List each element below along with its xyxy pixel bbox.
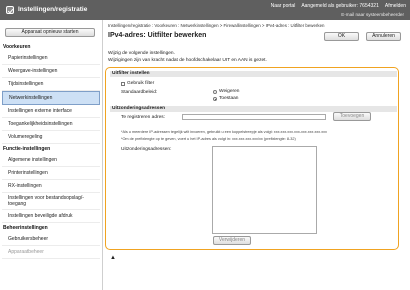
sidebar-item-volume[interactable]: Volumeregeling	[2, 131, 100, 144]
default-policy-label: Standaardbeleid:	[121, 90, 158, 95]
exception-list-label: Uitzonderingsadressen:	[121, 147, 172, 152]
sidebar-section-preferences: Voorkeuren	[3, 44, 31, 50]
restart-device-button[interactable]: Apparaat opnieuw starten	[5, 28, 95, 37]
sidebar-item-timer[interactable]: Tijdsinstellingen	[2, 78, 100, 91]
restart-notice-text: Wijzigingen zijn van kracht nadat de hoo…	[108, 58, 267, 63]
main-content: Instellingen/registratie : Voorkeuren : …	[105, 20, 406, 290]
prefix-note: *Om de prefixlengte op te geven, voert u…	[121, 137, 296, 141]
instruction-text: Wijzig de volgende instellingen.	[108, 51, 175, 56]
sidebar-section-management: Beheerinstellingen	[3, 225, 48, 231]
back-to-top-icon[interactable]: ▲	[110, 255, 116, 261]
policy-reject-radio[interactable]	[213, 90, 217, 94]
portal-link[interactable]: Naar portal	[271, 3, 296, 9]
sidebar-item-paper[interactable]: Papierinstellingen	[2, 52, 100, 65]
sidebar-item-rx[interactable]: RX-instellingen	[2, 180, 100, 193]
use-filter-label: Gebruik filter	[127, 81, 155, 86]
sidebar-section-functions: Functie-instellingen	[3, 146, 51, 152]
top-bar: Instellingen/registratie Naar portal Aan…	[0, 0, 410, 20]
settings-logo-icon	[6, 6, 14, 14]
use-filter-checkbox[interactable]	[121, 82, 125, 86]
ok-button[interactable]: OK	[324, 32, 359, 41]
policy-allow-radio[interactable]	[213, 97, 217, 101]
sidebar-item-accessibility[interactable]: Toegankelijkheidsinstellingen	[2, 118, 100, 131]
sidebar-item-user-management[interactable]: Gebruikersbeheer	[2, 233, 100, 246]
sidebar-item-common[interactable]: Algemene instellingen	[2, 154, 100, 167]
sidebar-item-file-storage[interactable]: Instellingen voor bestandsopslag/-toegan…	[2, 193, 100, 210]
admin-mail-link[interactable]: E-mail naar systeembeheerder	[341, 12, 404, 17]
page-title: IPv4-adres: Uitfilter bewerken	[108, 32, 207, 39]
logout-link[interactable]: Afmelden	[385, 3, 406, 9]
cancel-button[interactable]: Annuleren	[366, 32, 401, 41]
sidebar: Apparaat opnieuw starten Voorkeuren Papi…	[0, 20, 103, 290]
breadcrumb: Instellingen/registratie : Voorkeuren : …	[108, 23, 325, 28]
sidebar-item-network[interactable]: Netwerkinstellingen	[2, 91, 100, 105]
sidebar-item-display[interactable]: Weergave-instellingen	[2, 65, 100, 78]
add-button[interactable]: Toevoegen	[333, 112, 371, 121]
sidebar-item-external-interface[interactable]: Instellingen externe interface	[2, 105, 100, 118]
range-note: *Als u meerdere IP-adressen tegelijk wil…	[121, 130, 327, 134]
address-to-register-input[interactable]	[182, 114, 326, 120]
policy-reject-label: Weigeren	[219, 89, 240, 94]
top-links: Naar portal Aangemeld als gebruiker: 765…	[271, 3, 406, 9]
sidebar-item-secure-print[interactable]: Instellingen beveiligde afdruk	[2, 210, 100, 223]
filter-section-header: Uitfilter instellen	[110, 71, 397, 77]
app-title: Instellingen/registratie	[18, 6, 88, 13]
address-to-register-label: Te registreren adres:	[121, 115, 165, 120]
exception-address-list[interactable]	[212, 146, 317, 234]
sidebar-item-printer[interactable]: Printerinstellingen	[2, 167, 100, 180]
policy-allow-label: Toestaan	[219, 96, 239, 101]
login-status: Aangemeld als gebruiker: 7654321	[301, 3, 379, 9]
sidebar-item-device-management[interactable]: Apparaatbeheer	[2, 246, 100, 259]
sidebar-list: Voorkeuren Papierinstellingen Weergave-i…	[0, 42, 102, 259]
remove-button[interactable]: Verwijderen	[213, 236, 251, 245]
